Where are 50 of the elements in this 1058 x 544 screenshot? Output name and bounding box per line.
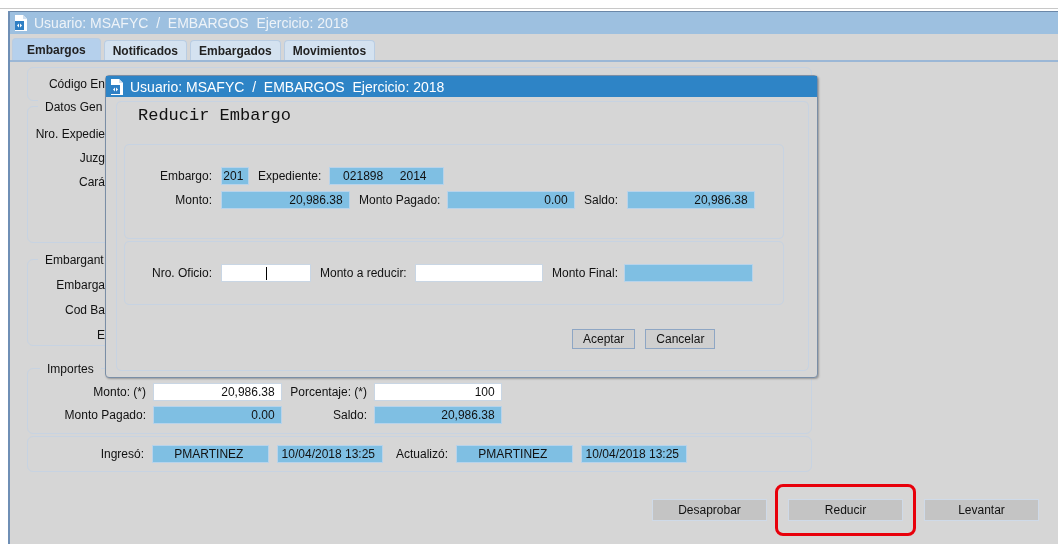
field-label: Nro. Expedie <box>34 127 105 141</box>
input-field[interactable]: 20,986.38 <box>153 383 282 401</box>
field-label: Cará <box>78 175 105 189</box>
field-label: Cod Ba <box>63 303 105 317</box>
field-label: Saldo: <box>584 193 618 207</box>
readonly-field: PMARTINEZ <box>456 445 573 463</box>
action-button[interactable]: Reducir <box>788 499 903 521</box>
readonly-field: 20,986.38 <box>374 406 502 424</box>
field-label: Juzg <box>78 151 105 165</box>
field-label: Embarga <box>55 278 105 292</box>
field-label: Actualizó: <box>394 447 448 461</box>
readonly-field: 021898 2014 <box>329 167 444 185</box>
tab[interactable]: Embargos <box>12 38 101 60</box>
readonly-field: 0.00 <box>447 191 575 209</box>
dialog-button[interactable]: Cancelar <box>645 329 716 349</box>
input-field[interactable] <box>221 264 311 282</box>
readonly-field: 201 <box>221 167 249 185</box>
input-field[interactable]: 100 <box>374 383 502 401</box>
readonly-field: 20,986.38 <box>221 191 350 209</box>
field-label: Monto a reducir: <box>320 266 406 280</box>
field-label: Código En <box>47 77 105 91</box>
field-label: Nro. Oficio: <box>151 266 212 280</box>
readonly-field: 10/04/2018 13:25 <box>581 445 687 463</box>
tab[interactable]: Notificados <box>103 40 188 60</box>
field-label: Ingresó: <box>99 447 144 461</box>
field-label: Porcentaje: (*) <box>289 385 367 399</box>
action-button[interactable]: Desaprobar <box>652 499 767 521</box>
field-label: Monto Pagado: <box>359 193 438 207</box>
field-label: Monto: (*) <box>92 385 146 399</box>
readonly-field: PMARTINEZ <box>152 445 269 463</box>
tab[interactable]: Embargados <box>190 40 281 60</box>
dialog-heading: Reducir Embargo <box>138 106 293 127</box>
readonly-field: 0.00 <box>153 406 282 424</box>
field-label: Expediente: <box>258 169 320 183</box>
dialog-button[interactable]: Aceptar <box>572 329 636 349</box>
readonly-field: 10/04/2018 13:25 <box>277 445 383 463</box>
field-label: E <box>96 328 105 342</box>
tab[interactable]: Movimientos <box>283 40 376 60</box>
input-field[interactable] <box>415 264 543 282</box>
readonly-field: 20,986.38 <box>627 191 755 209</box>
section-legend: Importes <box>40 362 101 376</box>
field-label: Embargo: <box>158 169 212 183</box>
dialog-title: Usuario: MSAFYC / EMBARGOS Ejercicio: 2018 <box>130 78 445 95</box>
field-label: Monto Pagado: <box>63 408 146 422</box>
action-button[interactable]: Levantar <box>924 499 1039 521</box>
field-label: Saldo: <box>331 408 367 422</box>
field-label: Monto Final: <box>552 266 615 280</box>
window-title: Usuario: MSAFYC / EMBARGOS Ejercicio: 2018 <box>34 15 349 31</box>
document-icon <box>14 15 28 31</box>
field-label: Monto: <box>174 193 212 207</box>
